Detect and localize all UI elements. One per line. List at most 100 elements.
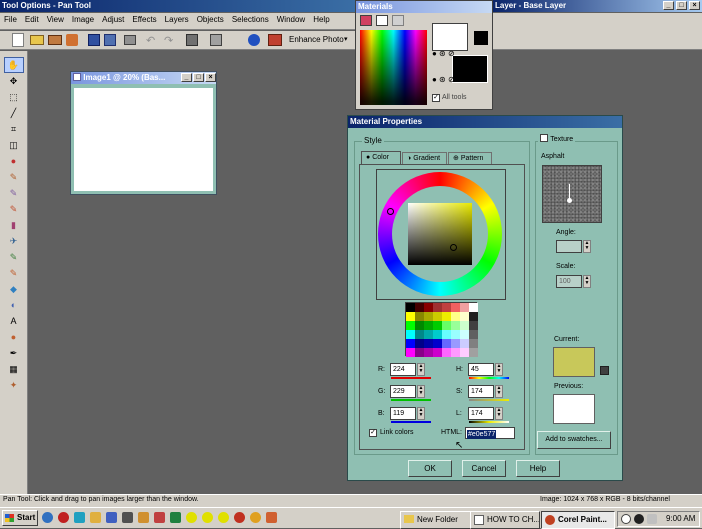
angle-spin-icon[interactable]: ▲ ▼ (583, 240, 591, 253)
scale-input[interactable]: 100 (556, 275, 582, 288)
quick-launch-icon-15[interactable] (266, 512, 277, 523)
menu-image[interactable]: Image (68, 13, 98, 27)
scale-spin-icon[interactable]: ▲ ▼ (583, 275, 591, 288)
g-input[interactable]: 229 (390, 385, 416, 398)
mesh-tool-icon[interactable]: ▦ (4, 361, 24, 377)
picture-tube-icon[interactable]: ◐ (4, 297, 24, 313)
pan-tool-icon[interactable]: ✋ (3, 57, 24, 73)
scan-icon[interactable] (66, 34, 78, 46)
swatch-grid[interactable] (405, 302, 478, 357)
cancel-button[interactable]: Cancel (462, 460, 506, 477)
fill-tool-icon[interactable]: ◆ (4, 281, 24, 297)
taskbar-button-corel[interactable]: Corel Paint... (541, 511, 615, 529)
menu-layers[interactable]: Layers (161, 13, 193, 27)
color-spectrum-picker[interactable] (360, 30, 427, 105)
quick-launch-icon-12[interactable] (218, 512, 229, 523)
all-tools-checkbox[interactable]: ✓ (432, 94, 440, 102)
image-canvas[interactable] (74, 88, 213, 191)
h-spin-icon[interactable]: ▲ ▼ (495, 363, 503, 376)
chevron-down-icon[interactable]: ▾ (344, 35, 348, 43)
screen-icon[interactable] (210, 34, 222, 46)
quick-launch-icon-7[interactable] (138, 512, 149, 523)
red-eye-tool-icon[interactable]: ● (4, 153, 24, 169)
texture-preview[interactable] (542, 165, 602, 223)
rainbow-tab-icon[interactable] (376, 15, 388, 26)
tab-color[interactable]: ● Color (361, 151, 401, 164)
b-input[interactable]: 119 (390, 407, 416, 420)
menu-help[interactable]: Help (309, 13, 333, 27)
makeover-tool-icon[interactable]: ✎ (4, 169, 24, 185)
new-file-icon[interactable] (12, 33, 24, 47)
crop-icon[interactable] (186, 34, 198, 46)
taskbar-button-howto[interactable]: HOW TO CH... (470, 511, 540, 529)
quick-launch-icon-11[interactable] (202, 512, 213, 523)
b-spin-icon[interactable]: ▲ ▼ (417, 407, 425, 420)
airbrush-tool-icon[interactable]: ✈ (4, 233, 24, 249)
info-icon[interactable] (248, 34, 260, 46)
taskbar-button-new-folder[interactable]: New Folder (400, 511, 480, 529)
texture-checkbox[interactable] (540, 134, 548, 142)
previous-color-swatch[interactable] (553, 394, 595, 424)
materials-titlebar[interactable]: Materials (356, 1, 492, 13)
html-input[interactable]: #e0e577 (465, 427, 515, 439)
menu-adjust[interactable]: Adjust (98, 13, 128, 27)
menu-selections[interactable]: Selections (228, 13, 273, 27)
copy-color-icon[interactable] (600, 366, 609, 375)
menu-window[interactable]: Window (273, 13, 309, 27)
menu-edit[interactable]: Edit (21, 13, 43, 27)
image-minimize-icon[interactable]: _ (181, 73, 192, 82)
r-input[interactable]: 224 (390, 363, 416, 376)
minimize-icon[interactable]: _ (663, 1, 674, 10)
redo-icon[interactable]: ↷ (164, 34, 173, 47)
s-spin-icon[interactable]: ▲ ▼ (495, 385, 503, 398)
quick-launch-icon-14[interactable] (250, 512, 261, 523)
stroke-swatch[interactable] (432, 23, 468, 51)
quick-launch-icon-9[interactable] (170, 512, 181, 523)
l-spin-icon[interactable]: ▲ ▼ (495, 407, 503, 420)
material-toggle-icons[interactable]: ● ⊛ ⊘ (432, 49, 455, 58)
link-colors-checkbox[interactable]: ✓ (369, 429, 377, 437)
tab-pattern[interactable]: ⊕ Pattern (448, 152, 492, 164)
menu-file[interactable]: File (0, 13, 21, 27)
smudge-tool-icon[interactable]: ✎ (4, 249, 24, 265)
selection-tool-icon[interactable]: ⬚ (4, 89, 24, 105)
eraser-tool-icon[interactable]: ▮ (4, 217, 24, 233)
dialog-titlebar[interactable]: Material Properties (348, 116, 622, 128)
add-to-swatches-button[interactable]: Add to swatches... (537, 431, 611, 449)
start-button[interactable]: Start (2, 510, 38, 526)
image-window-titlebar[interactable]: Image1 @ 20% (Bas... _ □ × (71, 72, 216, 84)
quick-launch-icon-6[interactable] (122, 512, 133, 523)
paint-brush-icon[interactable]: ✎ (4, 201, 24, 217)
s-input[interactable]: 174 (468, 385, 494, 398)
dropper-tool-icon[interactable]: ╱ (4, 105, 24, 121)
undo-icon[interactable]: ↶ (146, 34, 155, 47)
tab-gradient[interactable]: ◑ Gradient (402, 152, 447, 164)
clone-tool-icon[interactable]: ✎ (4, 185, 24, 201)
shape-tool-icon[interactable]: ● (4, 329, 24, 345)
crop-tool-icon[interactable]: ⌗ (4, 121, 24, 137)
saturation-marker-icon[interactable] (450, 244, 457, 251)
swatches-tab-icon[interactable] (392, 15, 404, 26)
print-icon[interactable] (124, 35, 136, 45)
pen-tool-icon[interactable]: ✒ (4, 345, 24, 361)
frame-tab-icon[interactable] (360, 15, 372, 26)
quick-launch-icon-4[interactable] (90, 512, 101, 523)
swap-color-icon[interactable] (474, 31, 488, 45)
fill-swatch[interactable] (452, 55, 488, 83)
move-tool-icon[interactable]: ✥ (4, 73, 24, 89)
quick-launch-icon-10[interactable] (186, 512, 197, 523)
text-tool-icon[interactable]: A (4, 313, 24, 329)
menu-effects[interactable]: Effects (128, 13, 160, 27)
l-input[interactable]: 174 (468, 407, 494, 420)
deform-tool-icon[interactable]: ◫ (4, 137, 24, 153)
tray-icon-2[interactable] (634, 514, 644, 524)
menu-view[interactable]: View (43, 13, 68, 27)
quick-launch-icon-13[interactable] (234, 512, 245, 523)
tray-icon-1[interactable] (621, 514, 631, 524)
ok-button[interactable]: OK (408, 460, 452, 477)
quick-launch-icon-3[interactable] (74, 512, 85, 523)
save-icon[interactable] (88, 34, 100, 46)
maximize-icon[interactable]: □ (676, 1, 687, 10)
quick-launch-icon-2[interactable] (58, 512, 69, 523)
quick-launch-icon-1[interactable] (42, 512, 53, 523)
